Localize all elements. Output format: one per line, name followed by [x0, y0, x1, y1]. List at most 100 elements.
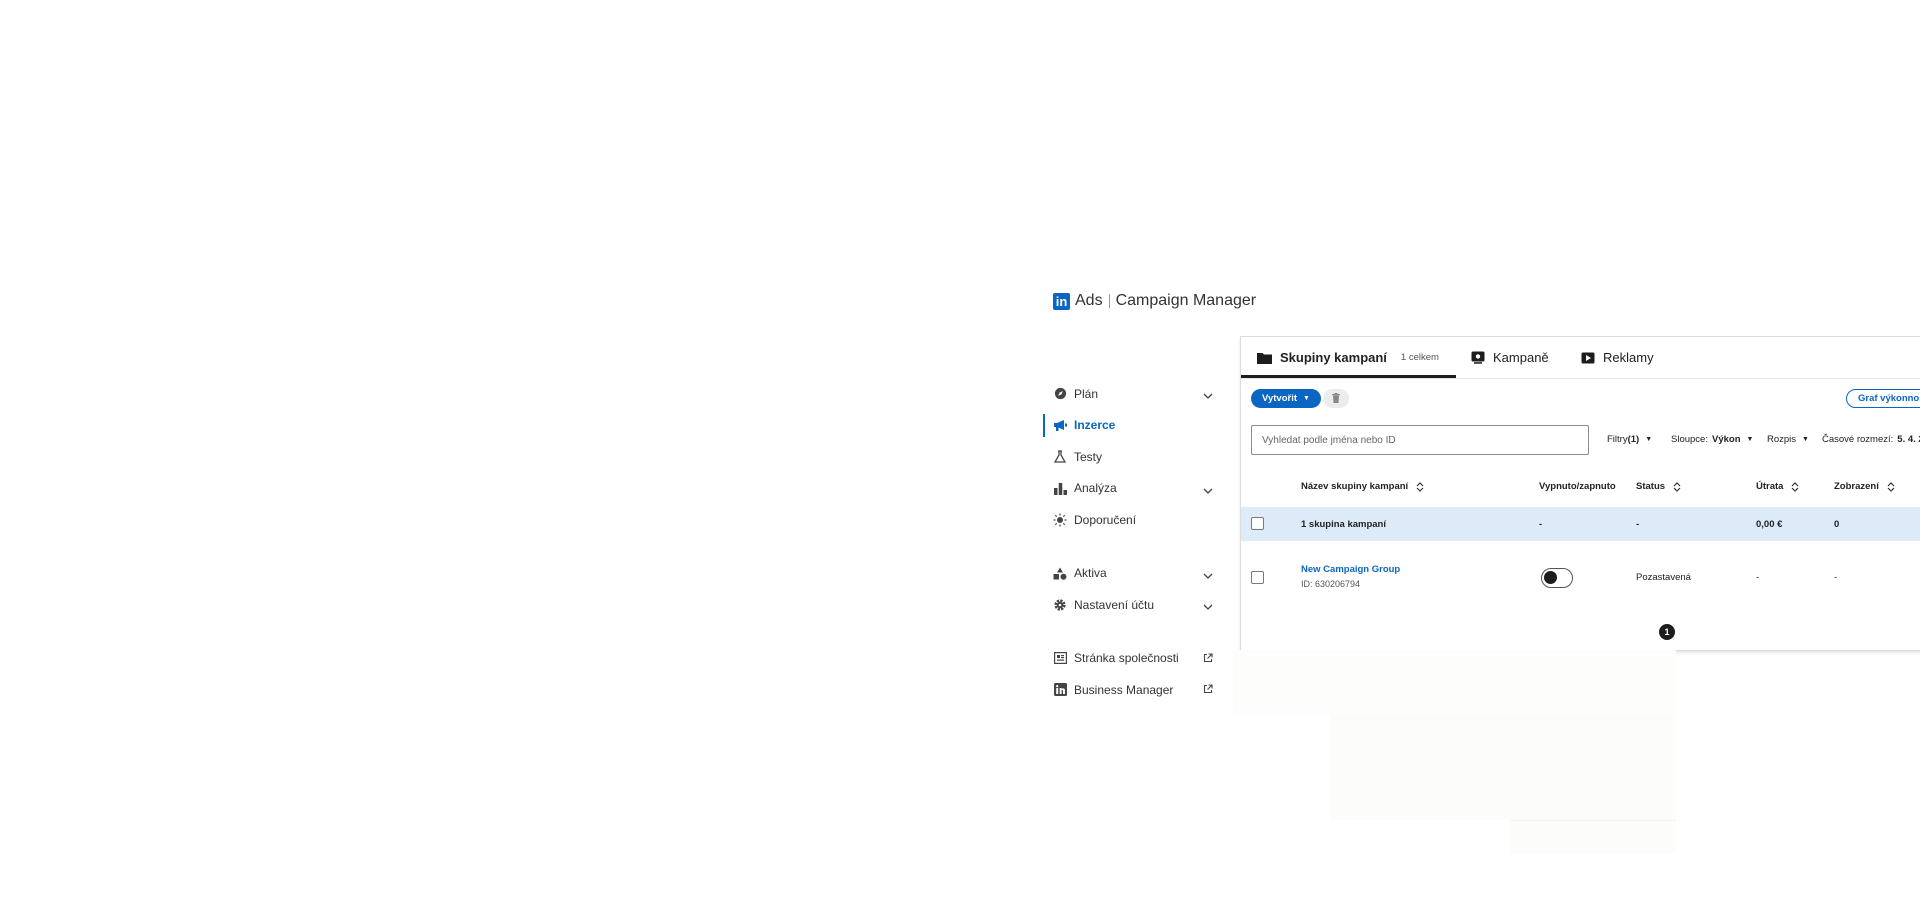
- sidebar-item-label: Doporučení: [1074, 512, 1137, 527]
- sort-icon[interactable]: [1416, 481, 1424, 492]
- filters-count: (1): [1627, 434, 1640, 445]
- app-logo[interactable]: in Ads Campaign Manager: [1053, 292, 1256, 310]
- ad-icon: [1581, 352, 1595, 364]
- row-checkbox[interactable]: [1251, 571, 1264, 584]
- sidebar-item-label: Nastavení účtu: [1074, 597, 1155, 612]
- sidebar-item-label: Inzerce: [1074, 418, 1116, 433]
- column-header-label: Status: [1636, 481, 1666, 492]
- sidebar-item-doporuceni[interactable]: Doporučení: [1043, 504, 1213, 536]
- campaign-groups-panel: Skupiny kampaní 1 celkem Kampaně Reklamy…: [1240, 336, 1920, 651]
- campaign-group-id: ID: 630206794: [1301, 579, 1361, 589]
- background-overlay: [1330, 715, 1676, 820]
- trash-icon: [1332, 390, 1340, 408]
- performance-chart-label: Graf výkonnosti: [1858, 393, 1920, 404]
- tab-kampane[interactable]: Kampaně: [1471, 337, 1549, 378]
- sort-icon[interactable]: [1673, 481, 1681, 492]
- caret-down-icon: ▼: [1645, 436, 1653, 443]
- column-header-label: Název skupiny kampaní: [1301, 481, 1409, 492]
- tab-count-badge: 1 celkem: [1400, 352, 1439, 363]
- select-all-checkbox[interactable]: [1251, 517, 1264, 530]
- chevron-down-icon[interactable]: [1203, 483, 1213, 497]
- campaign-group-status: Pozastavená: [1636, 572, 1691, 583]
- tab-skupiny-kampani[interactable]: Skupiny kampaní 1 celkem: [1241, 337, 1456, 378]
- sidebar-item-plan[interactable]: Plán: [1043, 378, 1213, 410]
- background-overlay: [1510, 820, 1676, 854]
- external-link-icon[interactable]: [1203, 652, 1213, 666]
- summary-status: -: [1636, 519, 1640, 530]
- campaign-group-impressions: -: [1834, 572, 1838, 583]
- breakdown-dropdown[interactable]: Rozpis ▼: [1767, 434, 1809, 445]
- columns-dropdown[interactable]: Sloupce: Výkon ▼: [1671, 434, 1753, 445]
- linkedin-icon: [1053, 683, 1067, 697]
- summary-toggle: -: [1539, 519, 1543, 530]
- sidebar-item-analyza[interactable]: Analýza: [1043, 473, 1213, 505]
- column-header-label: Útrata: [1756, 481, 1784, 492]
- megaphone-icon: [1053, 418, 1067, 432]
- column-header-name[interactable]: Název skupiny kampaní: [1301, 481, 1424, 492]
- time-range-dropdown[interactable]: Časové rozmezí: 5. 4. 2: [1822, 434, 1920, 445]
- search-input[interactable]: [1251, 425, 1589, 455]
- chevron-down-icon[interactable]: [1203, 599, 1213, 613]
- filters-dropdown[interactable]: Filtry (1) ▼: [1607, 434, 1652, 445]
- compass-icon: [1053, 387, 1067, 401]
- sidebar-item-aktiva[interactable]: Aktiva: [1043, 558, 1213, 590]
- campaign-icon: [1471, 351, 1485, 364]
- entity-tabs: Skupiny kampaní 1 celkem Kampaně Reklamy: [1241, 337, 1920, 379]
- column-header-status[interactable]: Status: [1636, 481, 1681, 492]
- chevron-down-icon[interactable]: [1203, 388, 1213, 402]
- lightbulb-icon: [1053, 513, 1067, 527]
- app-brand: Ads: [1075, 292, 1103, 309]
- background-overlay: [1233, 650, 1676, 715]
- flask-icon: [1053, 450, 1067, 464]
- sidebar-item-label: Testy: [1074, 449, 1103, 464]
- column-header-toggle: Vypnuto/zapnuto: [1539, 481, 1616, 492]
- table-row: New Campaign Group ID: 630206794 Pozasta…: [1241, 551, 1920, 605]
- create-button[interactable]: Vytvořit ▼: [1251, 389, 1321, 408]
- campaign-group-spend: -: [1756, 572, 1760, 583]
- pagination-page-1[interactable]: 1: [1659, 624, 1675, 640]
- sidebar-item-label: Analýza: [1074, 481, 1117, 496]
- column-header-impressions[interactable]: Zobrazení: [1834, 481, 1895, 492]
- summary-name: 1 skupina kampaní: [1301, 519, 1387, 530]
- sidebar-item-business-manager[interactable]: Business Manager: [1043, 674, 1213, 706]
- sidebar-item-inzerce[interactable]: Inzerce: [1043, 410, 1213, 442]
- sort-icon[interactable]: [1791, 481, 1799, 492]
- campaign-group-name-link[interactable]: New Campaign Group: [1301, 564, 1400, 575]
- sort-icon[interactable]: [1887, 481, 1895, 492]
- delete-button[interactable]: [1323, 389, 1349, 408]
- gear-icon: [1053, 598, 1067, 612]
- create-button-label: Vytvořit: [1262, 393, 1298, 404]
- chevron-down-icon[interactable]: [1203, 568, 1213, 582]
- column-header-label: Zobrazení: [1834, 481, 1879, 492]
- app-product: Campaign Manager: [1115, 292, 1257, 309]
- tab-label: Reklamy: [1603, 350, 1654, 365]
- campaign-group-toggle[interactable]: [1541, 568, 1573, 588]
- sidebar-nav: Plán Inzerce Testy Analýza Doporučení Ak…: [1043, 378, 1213, 706]
- time-range-value: 5. 4. 2: [1897, 434, 1920, 445]
- column-header-spend[interactable]: Útrata: [1756, 481, 1799, 492]
- linkedin-logo-icon: in: [1053, 292, 1070, 310]
- sidebar-item-testy[interactable]: Testy: [1043, 441, 1213, 473]
- performance-chart-button[interactable]: Graf výkonnosti: [1846, 389, 1920, 408]
- sidebar-item-label: Aktiva: [1074, 566, 1107, 581]
- tab-label: Kampaně: [1493, 350, 1549, 365]
- columns-label: Sloupce:: [1671, 434, 1708, 445]
- company-page-icon: [1053, 651, 1067, 665]
- table-summary-row: 1 skupina kampaní - - 0,00 € 0: [1241, 507, 1920, 541]
- tab-reklamy[interactable]: Reklamy: [1581, 337, 1654, 378]
- external-link-icon[interactable]: [1203, 683, 1213, 697]
- caret-down-icon: ▼: [1802, 436, 1809, 443]
- logo-divider: [1108, 294, 1110, 308]
- columns-value: Výkon: [1711, 434, 1741, 445]
- summary-impressions: 0: [1834, 519, 1840, 530]
- sidebar-item-stranka-spolecnosti[interactable]: Stránka společnosti: [1043, 643, 1213, 675]
- summary-spend: 0,00 €: [1756, 519, 1783, 530]
- sidebar-item-nastaveni-uctu[interactable]: Nastavení účtu: [1043, 589, 1213, 621]
- table-header: Název skupiny kampaní Vypnuto/zapnuto St…: [1241, 481, 1920, 501]
- column-header-label: Vypnuto/zapnuto: [1539, 481, 1616, 492]
- caret-down-icon: ▼: [1746, 436, 1754, 443]
- time-range-label: Časové rozmezí:: [1822, 434, 1894, 445]
- bar-chart-icon: [1053, 481, 1067, 495]
